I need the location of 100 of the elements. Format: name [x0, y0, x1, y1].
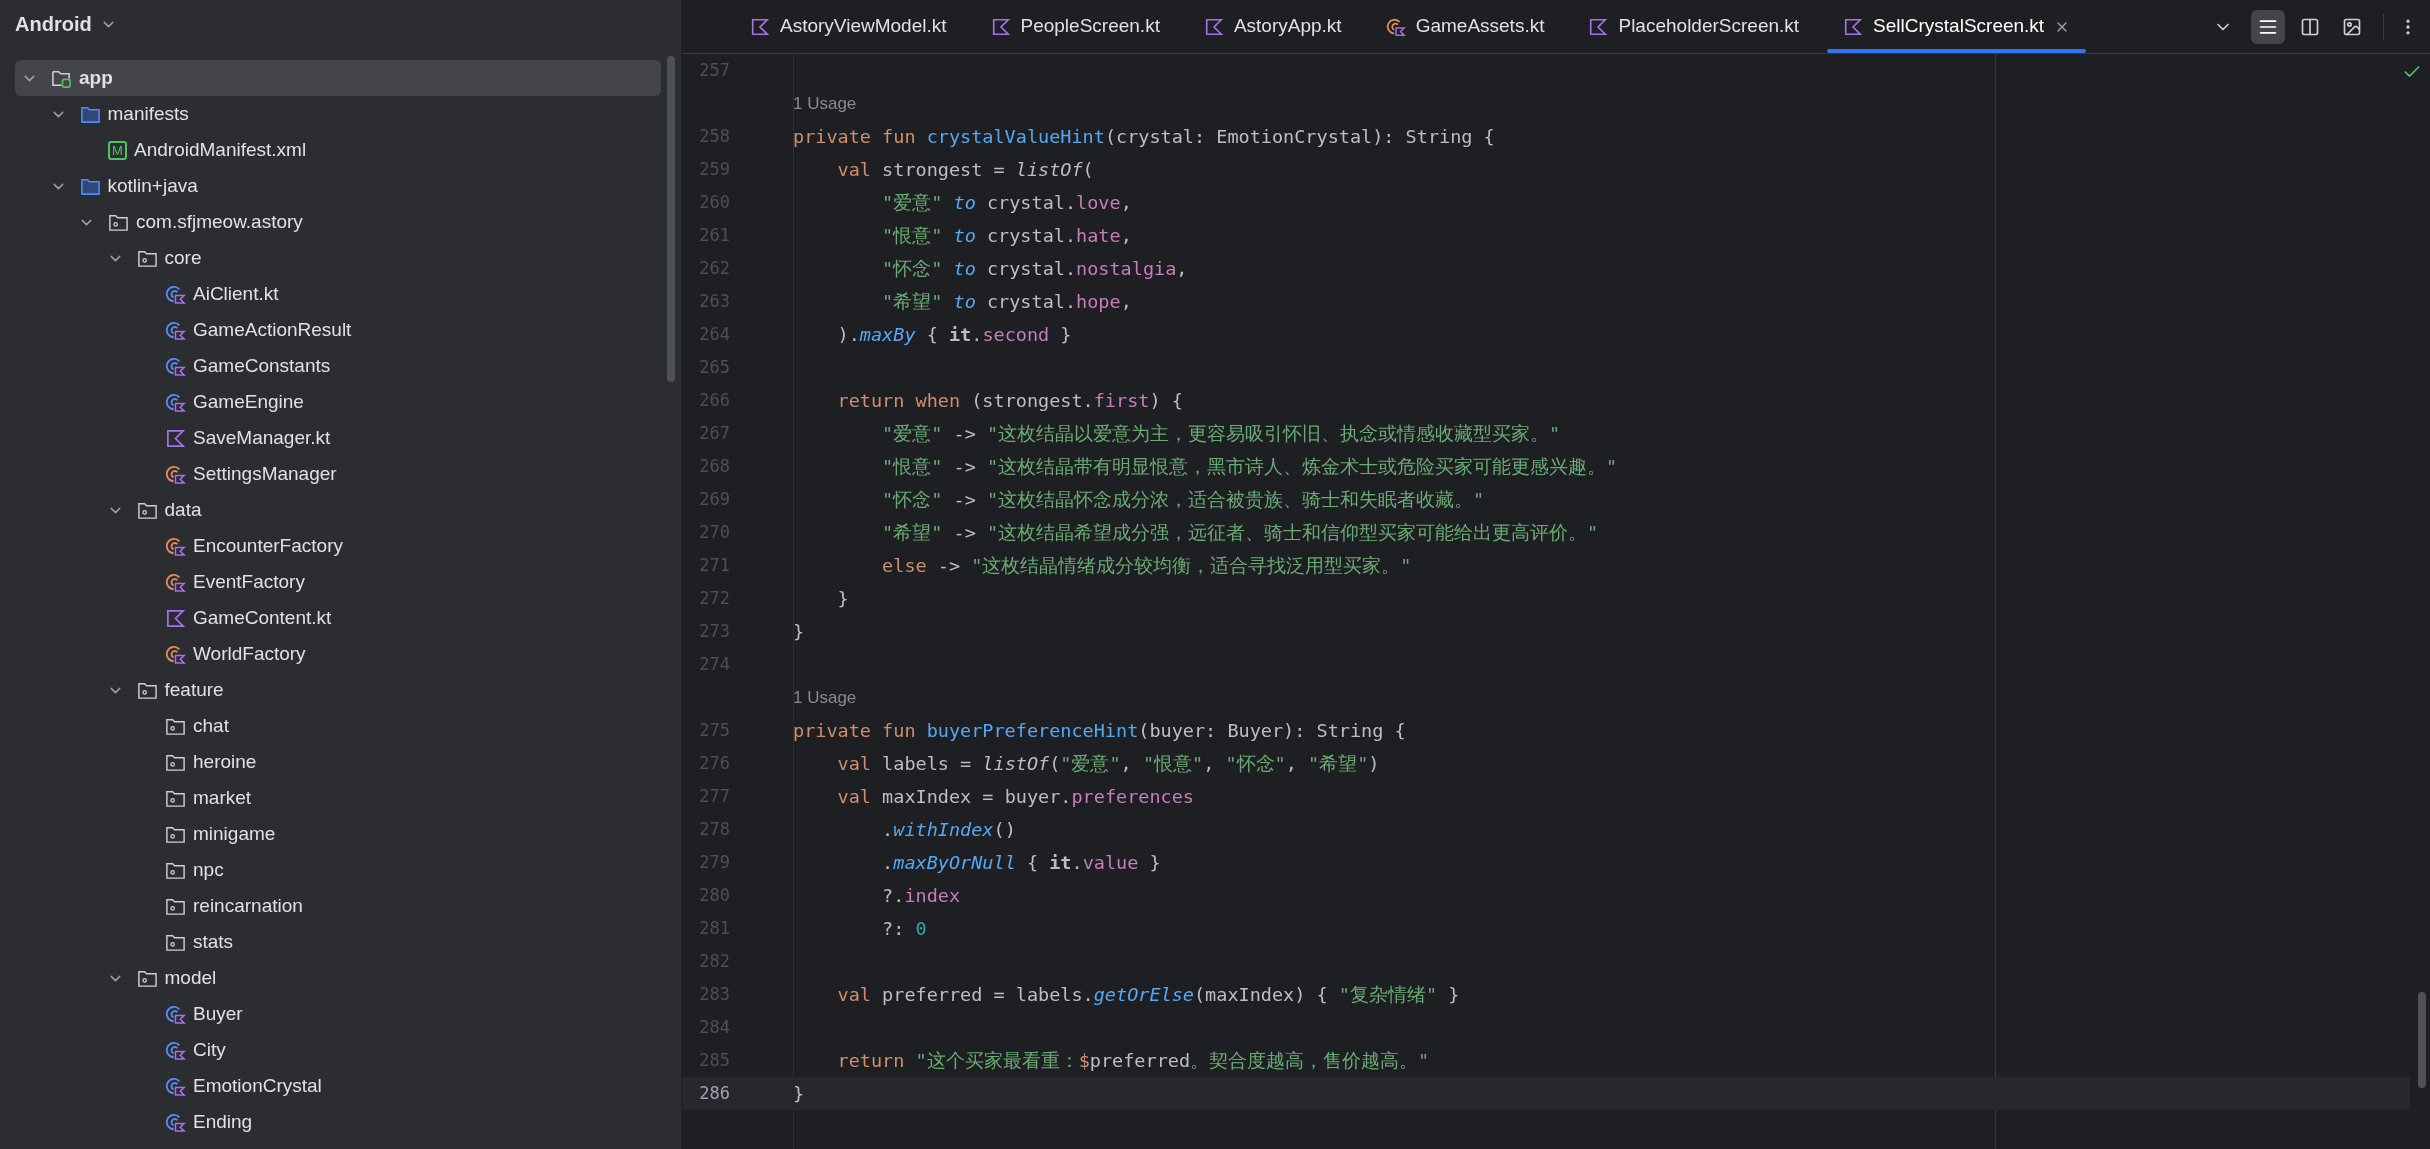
tree-item[interactable]: npc: [15, 852, 661, 888]
editor-tab[interactable]: PeopleScreen.kt: [968, 0, 1182, 53]
tree-item-label: npc: [193, 857, 224, 882]
tree-item[interactable]: EmotionCrystal: [15, 1068, 661, 1104]
code-line: "怀念" -> "这枚结晶怀念成分浓，适合被贵族、骑士和失眠者收藏。": [881, 487, 1485, 512]
kotlin-file-icon: [165, 427, 186, 449]
tree-item[interactable]: M AndroidManifest.xml: [15, 132, 661, 168]
tree-item-label: GameConstants: [193, 353, 331, 378]
tree-item[interactable]: market: [15, 780, 661, 816]
tree-item-label: com.sfjmeow.astory: [136, 209, 303, 234]
tree-item[interactable]: core: [15, 240, 661, 276]
usage-hint[interactable]: 1 Usage: [793, 684, 857, 711]
tree-item[interactable]: GameActionResult: [15, 312, 661, 348]
tree-item[interactable]: chat: [15, 708, 661, 744]
code-line: private fun buyerPreferenceHint(buyer: Buyer): String {: [793, 718, 1406, 743]
tree-item-label: EmotionCrystal: [193, 1073, 322, 1098]
tree-item-label: market: [193, 785, 252, 810]
code-line: val maxIndex = buyer.preferences: [836, 784, 1194, 809]
class-icon: [165, 1003, 186, 1025]
code-line: "恨意" -> "这枚结晶带有明显恨意，黑市诗人、炼金术士或危险买家可能更感兴趣。": [881, 454, 1618, 479]
tree-item-label: feature: [164, 677, 224, 702]
editor-tab[interactable]: SellCrystalScreen.kt: [1821, 0, 2093, 53]
tree-item[interactable]: stats: [15, 924, 661, 960]
object-icon: [165, 571, 186, 593]
class-icon: [165, 355, 186, 377]
tree-item-label: manifests: [107, 101, 189, 126]
tree-item-label: EncounterFactory: [193, 533, 343, 558]
tree-item-label: City: [193, 1037, 226, 1062]
tree-item[interactable]: AiClient.kt: [15, 276, 661, 312]
tree-item-label: SaveManager.kt: [193, 425, 331, 450]
tree-item[interactable]: GameConstants: [15, 348, 661, 384]
line-number: 286: [698, 1081, 730, 1105]
tree-item[interactable]: GameEngine: [15, 384, 661, 420]
code-line: private fun crystalValueHint(crystal: EmotionCrystal): String {: [793, 124, 1495, 149]
code-line: "怀念" to crystal.nostalgia,: [881, 256, 1188, 281]
class-icon: [165, 1039, 186, 1061]
code-line: "爱意" -> "这枚结晶以爱意为主，更容易吸引怀旧、执念或情感收藏型买家。": [881, 421, 1561, 446]
class-icon: [165, 283, 186, 305]
tab-label: AstoryViewModel.kt: [780, 14, 947, 39]
tree-item-label: app: [79, 65, 113, 90]
tree-item[interactable]: EventFactory: [15, 564, 661, 600]
scrollbar-thumb[interactable]: [2418, 992, 2426, 1088]
class-icon: [165, 1075, 186, 1097]
code-line: }: [793, 619, 805, 644]
editor-tab[interactable]: AstoryViewModel.kt: [728, 0, 969, 53]
usage-hint[interactable]: 1 Usage: [793, 90, 857, 117]
tree-item-label: data: [164, 497, 202, 522]
tree-item[interactable]: SaveManager.kt: [15, 420, 661, 456]
tree-item[interactable]: City: [15, 1032, 661, 1068]
scrollbar-thumb[interactable]: [667, 56, 675, 382]
tree-item-label: reincarnation: [193, 893, 303, 918]
object-icon: [165, 535, 186, 557]
editor-tab[interactable]: AstoryApp.kt: [1181, 0, 1364, 53]
editor-tab[interactable]: GameAssets.kt: [1363, 0, 1567, 53]
tree-item-label: stats: [193, 929, 234, 954]
tree-item-label: GameContent.kt: [193, 605, 332, 630]
kotlin-file-icon: [990, 16, 1011, 37]
kotlin-file-icon: [1588, 16, 1609, 37]
kotlin-file-icon: [750, 16, 770, 37]
tree-item[interactable]: manifests: [15, 96, 661, 132]
tree-item[interactable]: app: [15, 60, 661, 96]
tree-item-label: chat: [193, 713, 229, 738]
kotlin-file-icon: [1843, 16, 1864, 37]
code-line: "恨意" to crystal.hate,: [881, 223, 1132, 248]
code-line: }: [836, 586, 849, 611]
tab-label: PeopleScreen.kt: [1020, 14, 1160, 39]
tree-item[interactable]: reincarnation: [15, 888, 661, 924]
tree-item[interactable]: feature: [15, 672, 661, 708]
editor-tab[interactable]: PlaceholderScreen.kt: [1566, 0, 1822, 53]
panel-title[interactable]: Android: [15, 9, 92, 39]
tree-item[interactable]: Ending: [15, 1104, 661, 1140]
tab-label: AstoryApp.kt: [1233, 14, 1342, 39]
code-line: .maxByOrNull { it.value }: [881, 850, 1161, 875]
tree-item[interactable]: heroine: [15, 744, 661, 780]
image-preview-icon: [2342, 16, 2362, 37]
code-line: val strongest = listOf(: [836, 157, 1094, 182]
code-line: "希望" to crystal.hope,: [881, 289, 1132, 314]
tree-item-label: Ending: [193, 1109, 253, 1134]
tree-item[interactable]: GameContent.kt: [15, 600, 661, 636]
tree-item-label: AiClient.kt: [193, 281, 279, 306]
tree-item[interactable]: data: [15, 492, 661, 528]
tree-item-label: kotlin+java: [107, 173, 198, 198]
tree-item[interactable]: minigame: [15, 816, 661, 852]
tree-item[interactable]: com.sfjmeow.astory: [15, 204, 661, 240]
code-line: val labels = listOf("爱意", "恨意", "怀念", "希望"): [836, 751, 1380, 776]
code-line: else -> "这枚结晶情绪成分较均衡，适合寻找泛用型买家。": [881, 553, 1412, 578]
tree-item[interactable]: model: [15, 960, 661, 996]
class-icon: [165, 1111, 186, 1133]
code-line: .withIndex(): [881, 817, 1016, 842]
tree-item[interactable]: kotlin+java: [15, 168, 661, 204]
code-line: val preferred = labels.getOrElse(maxIndex) { "复杂情绪" }: [836, 982, 1460, 1007]
view-mode-button[interactable]: [2251, 9, 2285, 44]
tree-item[interactable]: SettingsManager: [15, 456, 661, 492]
tree-item-label: Buyer: [193, 1001, 243, 1026]
tree-item-label: model: [164, 965, 217, 990]
tab-label: GameAssets.kt: [1415, 14, 1545, 39]
tree-item[interactable]: WorldFactory: [15, 636, 661, 672]
tab-label: PlaceholderScreen.kt: [1618, 14, 1800, 39]
tree-item[interactable]: EncounterFactory: [15, 528, 661, 564]
tree-item[interactable]: Buyer: [15, 996, 661, 1032]
